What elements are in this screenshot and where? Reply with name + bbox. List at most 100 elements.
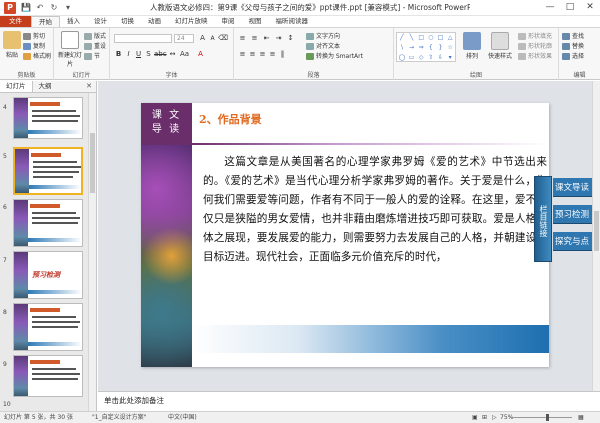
- zoom-slider[interactable]: [510, 417, 572, 418]
- maximize-icon[interactable]: □: [560, 0, 580, 14]
- slide-heading[interactable]: 2、作品背景: [199, 111, 262, 127]
- tab-foxit-reader[interactable]: 福昕阅读器: [269, 16, 316, 27]
- decrease-indent-icon[interactable]: ⇤: [262, 34, 271, 43]
- line-shape-icon[interactable]: ╱: [397, 33, 407, 43]
- slideshow-view-icon[interactable]: ▷: [492, 412, 497, 423]
- tab-outline[interactable]: 大纲: [33, 81, 58, 92]
- grow-font-icon[interactable]: A: [198, 34, 207, 43]
- find-button[interactable]: 查找: [562, 32, 584, 41]
- shapes-gallery[interactable]: ╱ ╲ □ ○ □ △ ∖ → ⇒{} ☆ ◯ ▭ ◇ ⇧ ⇩ ▾: [396, 32, 456, 62]
- format-painter-button[interactable]: 格式刷: [23, 52, 51, 61]
- save-icon[interactable]: 💾: [20, 2, 32, 14]
- brace-shape-icon[interactable]: {: [426, 43, 436, 53]
- align-left-icon[interactable]: ≡: [238, 50, 247, 59]
- tab-slides[interactable]: 幻灯片: [0, 81, 33, 92]
- increase-indent-icon[interactable]: ⇥: [274, 34, 283, 43]
- theme-name[interactable]: "1_自定义设计方案": [92, 412, 146, 423]
- change-case-icon[interactable]: Aa: [180, 50, 189, 59]
- oval-shape-icon[interactable]: ○: [426, 33, 436, 43]
- align-center-icon[interactable]: ≡: [248, 50, 257, 59]
- arrow-shape-icon[interactable]: ⇧: [426, 53, 436, 63]
- char-spacing-icon[interactable]: ↔: [168, 50, 177, 59]
- tab-transitions[interactable]: 切换: [114, 16, 141, 27]
- more-shapes-icon[interactable]: ▾: [445, 53, 455, 63]
- normal-view-icon[interactable]: ▣: [472, 412, 478, 423]
- pane-scrollbar[interactable]: [88, 93, 96, 411]
- stage-scroll-thumb[interactable]: [594, 211, 599, 251]
- shape-effects-button[interactable]: 形状效果: [518, 52, 552, 61]
- font-color-icon[interactable]: A: [196, 50, 205, 59]
- quick-styles-button[interactable]: 快速样式: [486, 32, 514, 60]
- powerpoint-app-icon[interactable]: P: [4, 2, 16, 14]
- italic-icon[interactable]: I: [124, 50, 133, 59]
- arrow-shape-icon[interactable]: →: [407, 43, 417, 53]
- reset-button[interactable]: 重设: [84, 42, 106, 51]
- tab-view[interactable]: 视图: [242, 16, 269, 27]
- arrange-button[interactable]: 排列: [462, 32, 482, 60]
- tab-animations[interactable]: 动画: [141, 16, 168, 27]
- column-link-tab[interactable]: 栏目链接: [534, 176, 552, 262]
- bold-icon[interactable]: B: [114, 50, 123, 59]
- stage-scrollbar[interactable]: [592, 81, 600, 391]
- replace-button[interactable]: 替换: [562, 42, 584, 51]
- language[interactable]: 中文(中国): [168, 412, 197, 423]
- font-name-combo[interactable]: [114, 34, 172, 43]
- link-explore[interactable]: 探究与点: [553, 232, 593, 251]
- cut-button[interactable]: 剪切: [23, 32, 45, 41]
- align-text-button[interactable]: 对齐文本: [306, 42, 340, 51]
- strikethrough-icon[interactable]: abc: [154, 50, 167, 59]
- diamond-shape-icon[interactable]: ◇: [416, 53, 426, 63]
- slide-thumbnail[interactable]: 预习检测: [13, 251, 83, 299]
- pane-scroll-thumb[interactable]: [90, 133, 95, 193]
- smartart-button[interactable]: 转换为 SmartArt: [306, 52, 363, 61]
- undo-icon[interactable]: ↶: [34, 2, 46, 14]
- slide-thumbnail[interactable]: [13, 355, 83, 397]
- tab-insert[interactable]: 插入: [60, 16, 87, 27]
- rect-shape-icon[interactable]: □: [436, 33, 446, 43]
- underline-icon[interactable]: U: [134, 50, 143, 59]
- line-shape-icon[interactable]: ╲: [407, 33, 417, 43]
- layout-button[interactable]: 版式: [84, 32, 106, 41]
- oval-shape-icon[interactable]: ◯: [397, 53, 407, 63]
- slide-thumbnail[interactable]: [13, 97, 83, 139]
- arrow-shape-icon[interactable]: ⇒: [416, 43, 426, 53]
- notes-pane[interactable]: 单击此处添加备注: [98, 391, 600, 411]
- justify-icon[interactable]: ≡: [268, 50, 277, 59]
- minimize-icon[interactable]: —: [540, 0, 560, 14]
- shadow-icon[interactable]: S: [144, 50, 153, 59]
- slide-thumbnail[interactable]: [13, 199, 83, 247]
- tab-file[interactable]: 文件: [0, 16, 31, 27]
- close-icon[interactable]: ✕: [580, 0, 600, 14]
- shape-fill-button[interactable]: 形状填充: [518, 32, 552, 41]
- slide-thumbnail-selected[interactable]: [13, 147, 83, 195]
- clear-format-icon[interactable]: ⌫: [218, 34, 228, 43]
- customize-qat-icon[interactable]: ▾: [62, 2, 74, 14]
- align-right-icon[interactable]: ≡: [258, 50, 267, 59]
- bullets-icon[interactable]: ≡: [238, 34, 247, 43]
- close-pane-icon[interactable]: ✕: [82, 81, 96, 92]
- new-slide-button[interactable]: 新建幻灯片: [58, 31, 82, 68]
- zoom-slider-handle[interactable]: [546, 414, 549, 421]
- star-shape-icon[interactable]: ☆: [445, 43, 455, 53]
- section-button[interactable]: 节: [84, 52, 100, 61]
- line-spacing-icon[interactable]: ↕: [286, 34, 295, 43]
- tab-review[interactable]: 审阅: [215, 16, 242, 27]
- copy-button[interactable]: 复制: [23, 42, 45, 51]
- link-text-guide[interactable]: 课文导读: [553, 178, 593, 197]
- brace-shape-icon[interactable]: }: [436, 43, 446, 53]
- columns-icon[interactable]: ‖: [278, 50, 287, 59]
- link-preview-test[interactable]: 预习检测: [553, 205, 593, 224]
- fit-to-window-icon[interactable]: ▦: [578, 412, 584, 423]
- arrow-shape-icon[interactable]: ⇩: [436, 53, 446, 63]
- rect-shape-icon[interactable]: ▭: [407, 53, 417, 63]
- tab-home[interactable]: 开始: [31, 16, 60, 27]
- line-shape-icon[interactable]: ∖: [397, 43, 407, 53]
- shrink-font-icon[interactable]: A: [208, 34, 217, 43]
- select-button[interactable]: 选择: [562, 52, 584, 61]
- font-size-combo[interactable]: 24: [174, 34, 194, 43]
- shape-outline-button[interactable]: 形状轮廓: [518, 42, 552, 51]
- paste-button[interactable]: 粘贴: [3, 31, 21, 59]
- slide-body-text[interactable]: 这篇文章是从美国著名的心理学家弗罗姆《爱的艺术》中节选出来的。《爱的艺术》是当代…: [203, 153, 547, 266]
- numbering-icon[interactable]: ≡: [250, 34, 259, 43]
- slide-thumbnail[interactable]: [13, 303, 83, 351]
